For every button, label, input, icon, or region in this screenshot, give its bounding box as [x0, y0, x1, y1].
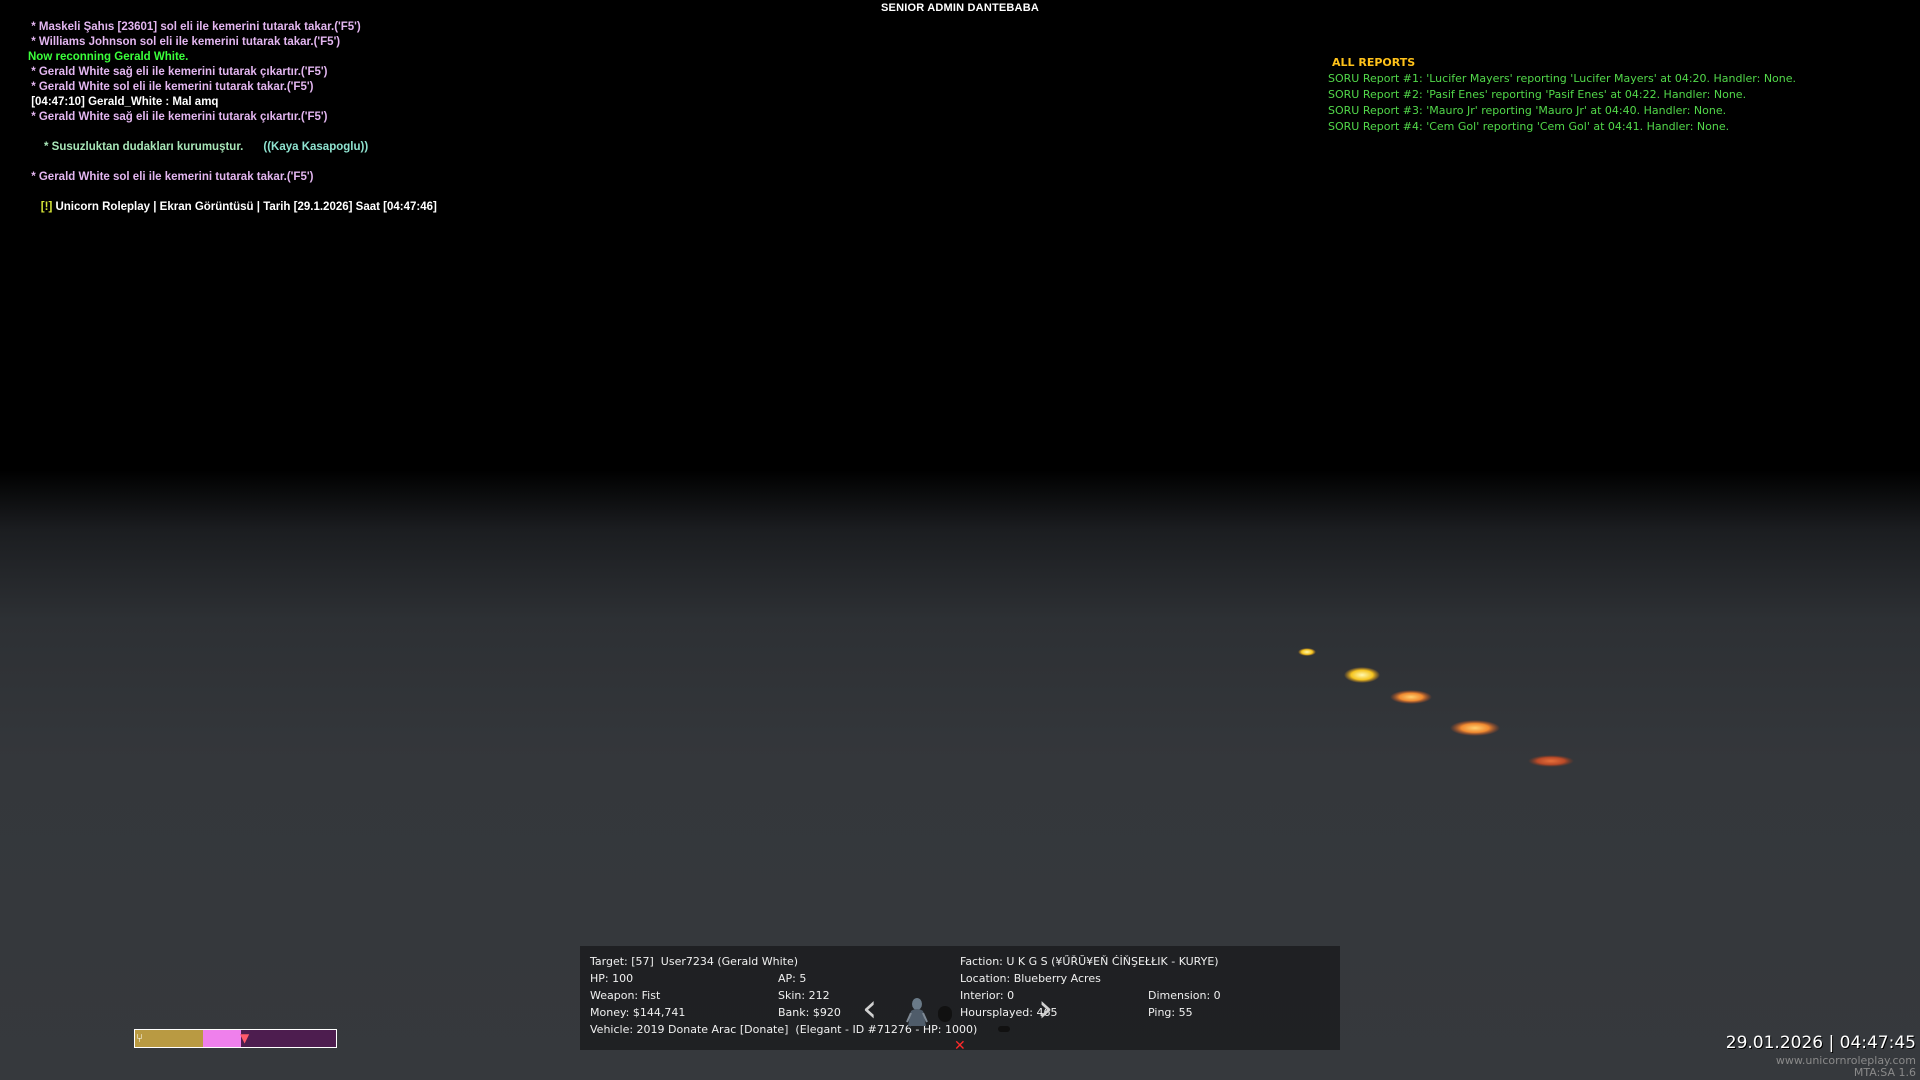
flame-particles	[1298, 648, 1574, 767]
status-fill-gold	[135, 1030, 203, 1047]
target-hp: HP: 100	[590, 972, 634, 985]
fork-icon: ⑂	[136, 1031, 144, 1045]
target-bank: Bank: $920	[778, 1006, 841, 1019]
flame-particle	[1450, 720, 1500, 736]
next-target-arrow-icon[interactable]: ›	[1038, 989, 1053, 1027]
flame-particle	[1298, 648, 1316, 656]
target-money: Money: $144,741	[590, 1006, 686, 1019]
date-time-display: 29.01.2026 | 04:47:45	[1725, 1033, 1916, 1053]
target-interior: Interior: 0	[960, 989, 1015, 1002]
status-fill-pink	[203, 1030, 241, 1047]
target-name: Target: [57] User7234 (Gerald White)	[590, 955, 799, 968]
version-label: MTA:SA 1.6	[1853, 1066, 1916, 1079]
character-silhouette	[998, 1026, 1010, 1032]
flame-particle	[1528, 755, 1574, 767]
target-faction: Faction: U K G S (¥ŰŘŬ¥EŇ ĆİŇŞEŁŁIK - KU…	[960, 955, 1219, 968]
target-ping: Ping: 55	[1148, 1006, 1193, 1019]
target-location: Location: Blueberry Acres	[960, 972, 1101, 985]
status-bar: ⑂ ▼	[134, 1029, 337, 1048]
flame-particle	[1390, 690, 1432, 704]
target-dimension: Dimension: 0	[1148, 989, 1221, 1002]
drink-cup-icon: ▼	[240, 1031, 250, 1045]
target-ap: AP: 5	[778, 972, 807, 985]
target-skin: Skin: 212	[778, 989, 830, 1002]
close-icon[interactable]: ✕	[954, 1038, 966, 1054]
previous-target-arrow-icon[interactable]: ‹	[862, 989, 877, 1027]
target-info-panel: Target: [57] User7234 (Gerald White) HP:…	[580, 946, 1340, 1054]
skin-preview-icon	[906, 998, 928, 1026]
character-silhouette	[938, 1006, 952, 1022]
flame-particle	[1344, 667, 1380, 683]
target-weapon: Weapon: Fist	[590, 989, 661, 1002]
